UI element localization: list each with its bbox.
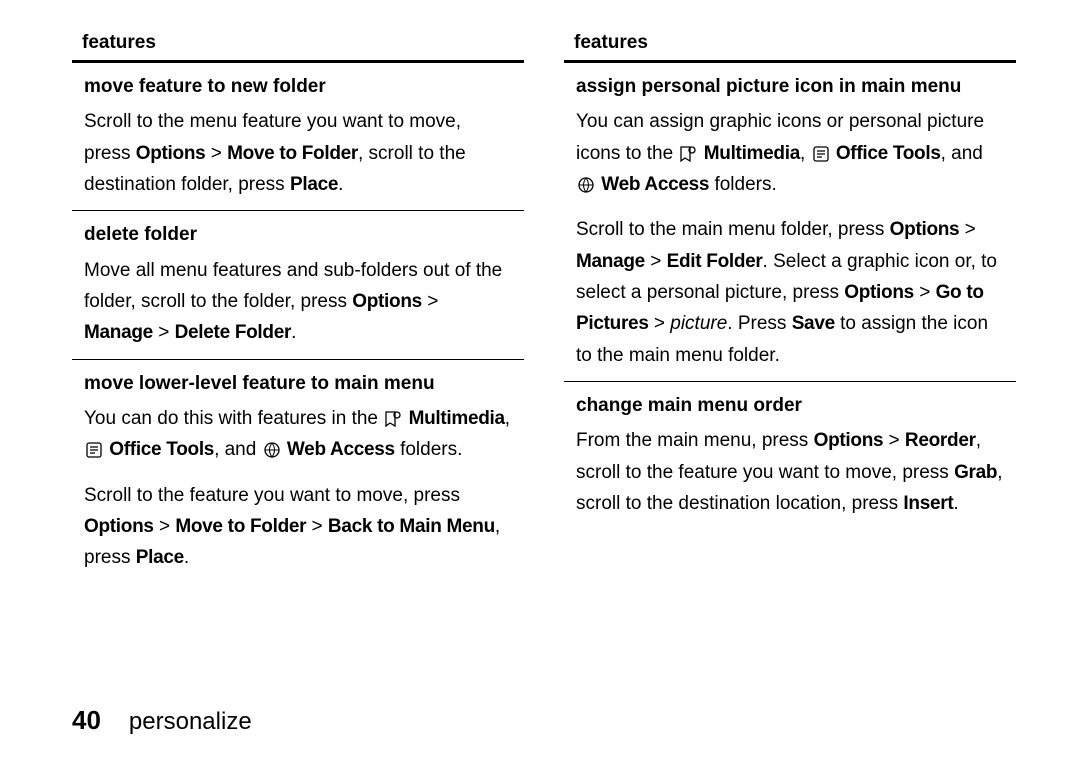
ui-path-segment: Save (792, 313, 835, 334)
web_access-icon (262, 439, 282, 459)
ui-path-segment: Go to Pictures (576, 282, 984, 334)
multimedia-icon (678, 143, 698, 163)
row-title: move lower-level feature to main menu (84, 368, 512, 399)
row-title: assign personal picture icon in main men… (576, 71, 1004, 102)
right-column: features assign personal picture icon in… (564, 28, 1016, 584)
features-table-left: features move feature to new folder Scrol… (72, 28, 524, 584)
ui-path-segment: Options (890, 219, 960, 240)
ui-path-segment: Options (844, 282, 914, 303)
ui-path-segment: Options (814, 430, 884, 451)
ui-path-segment: Web Access (601, 174, 709, 195)
office_tools-icon (84, 439, 104, 459)
row-body: From the main menu, press Options > Reor… (576, 425, 1004, 519)
page-footer: 40 personalize (72, 705, 1040, 742)
left-column: features move feature to new folder Scrol… (72, 28, 524, 584)
ui-path-segment: Manage (84, 322, 153, 343)
table-header: features (72, 28, 524, 63)
row-body: Move all menu features and sub-folders o… (84, 255, 512, 349)
table-body-right: assign personal picture icon in main men… (564, 63, 1016, 529)
variable-text: picture (670, 313, 727, 334)
ui-path-segment: Insert (903, 493, 953, 514)
ui-path-segment: Manage (576, 251, 645, 272)
table-row: move feature to new folder Scroll to the … (72, 63, 524, 210)
ui-path-segment: Options (84, 516, 154, 537)
manual-page: features move feature to new folder Scrol… (0, 0, 1080, 766)
row-body: You can do this with features in the Mul… (84, 403, 512, 574)
office_tools-icon (811, 143, 831, 163)
ui-path-segment: Reorder (905, 430, 976, 451)
ui-path-segment: Place (136, 547, 184, 568)
ui-path-segment: Delete Folder (175, 322, 291, 343)
ui-path-segment: Edit Folder (667, 251, 763, 272)
table-row: delete folder Move all menu features and … (72, 210, 524, 358)
ui-path-segment: Options (352, 291, 422, 312)
features-table-right: features assign personal picture icon in… (564, 28, 1016, 529)
ui-path-segment: Web Access (287, 439, 395, 460)
table-row: assign personal picture icon in main men… (564, 63, 1016, 381)
multimedia-icon (383, 408, 403, 428)
ui-path-segment: Move to Folder (175, 516, 306, 537)
ui-path-segment: Place (290, 174, 338, 195)
table-row: move lower-level feature to main menu You… (72, 359, 524, 584)
row-body: Scroll to the menu feature you want to m… (84, 106, 512, 200)
page-number: 40 (72, 705, 101, 736)
ui-path-segment: Office Tools (836, 143, 941, 164)
ui-path-segment: Back to Main Menu (328, 516, 495, 537)
ui-path-segment: Move to Folder (227, 143, 358, 164)
row-body: You can assign graphic icons or personal… (576, 106, 1004, 371)
content-columns: features move feature to new folder Scrol… (72, 28, 1040, 584)
ui-path-segment: Office Tools (109, 439, 214, 460)
section-name: personalize (129, 708, 252, 736)
ui-path-segment: Options (136, 143, 206, 164)
ui-path-segment: Multimedia (409, 408, 505, 429)
table-row: change main menu order From the main menu… (564, 381, 1016, 529)
ui-path-segment: Grab (954, 462, 997, 483)
ui-path-segment: Multimedia (704, 143, 800, 164)
row-title: move feature to new folder (84, 71, 512, 102)
table-header: features (564, 28, 1016, 63)
row-title: delete folder (84, 219, 512, 250)
web_access-icon (576, 174, 596, 194)
table-body-left: move feature to new folder Scroll to the … (72, 63, 524, 584)
row-title: change main menu order (576, 390, 1004, 421)
